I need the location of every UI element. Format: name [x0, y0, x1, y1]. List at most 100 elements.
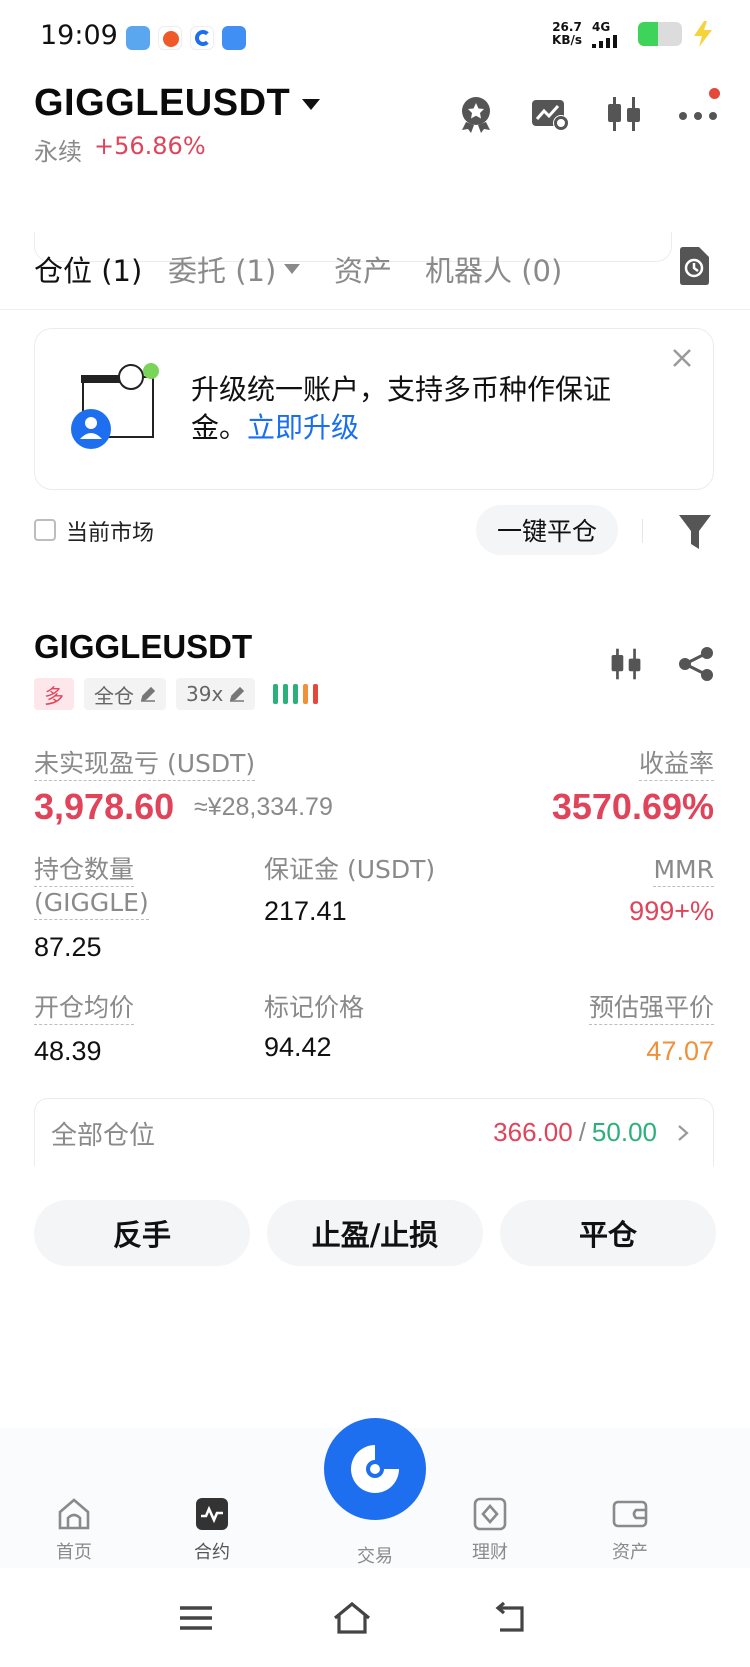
network-speed: 26.7 KB/s [552, 21, 582, 47]
wallet-icon [612, 1500, 648, 1528]
separator: / [578, 1117, 586, 1147]
home-icon [58, 1498, 90, 1530]
edit-icon [230, 686, 245, 702]
nav-futures[interactable]: 合约 [172, 1496, 252, 1564]
mark-price-label: 标记价格 [264, 993, 365, 1022]
share-icon[interactable] [678, 646, 714, 682]
trade-button[interactable] [324, 1418, 426, 1520]
exchange-app-icon [190, 26, 214, 50]
tab-orders[interactable]: 委托 (1) [168, 248, 301, 290]
entry-price-label: 开仓均价 [34, 992, 135, 1025]
tp-sl-button[interactable]: 止盈/止损 [267, 1200, 483, 1266]
more-icon[interactable] [678, 88, 720, 134]
unrealized-pnl-value: 3,978.60 [34, 786, 175, 827]
filter-icon[interactable] [678, 513, 712, 551]
current-market-label: 当前市场 [66, 521, 155, 546]
status-bar: 19:09 26.7 KB/s 4G [0, 0, 750, 72]
futures-icon [196, 1498, 228, 1530]
home-button-icon[interactable] [332, 1600, 372, 1636]
contract-type: 永续 [34, 138, 82, 166]
tab-orders-label: 委托 (1) [168, 254, 277, 288]
risk-level-indicator [273, 684, 319, 704]
unrealized-pnl-cny: ≈¥28,334.79 [194, 793, 333, 821]
nav-home-label: 首页 [56, 1542, 92, 1563]
risk-bar [293, 684, 299, 704]
short-total: 50.00 [591, 1117, 657, 1147]
side-tag: 多 [34, 678, 74, 710]
nav-futures-label: 合约 [194, 1542, 230, 1563]
leverage-tag[interactable]: 39x [176, 678, 256, 710]
notification-dot [709, 88, 720, 99]
signal-icon: 4G [592, 20, 628, 48]
unified-account-icon [71, 363, 159, 449]
margin-value: 217.41 [264, 896, 347, 926]
divider [642, 519, 643, 543]
candlestick-icon[interactable] [608, 646, 644, 682]
header: GIGGLEUSDT 永续 +56.86% [0, 72, 750, 262]
leverage-label: 39x [186, 682, 224, 706]
margin-mode-label: 全仓 [94, 683, 134, 708]
position-size-value: 87.25 [34, 932, 102, 962]
candlestick-icon[interactable] [604, 94, 644, 134]
all-positions-row[interactable]: 全部仓位 366.00 / 50.00 [34, 1098, 714, 1166]
cloud-app-icon [126, 26, 150, 50]
nav-assets[interactable]: 资产 [590, 1496, 670, 1564]
earn-icon [473, 1497, 507, 1531]
all-positions-values: 366.00 / 50.00 [493, 1117, 689, 1148]
caret-down-icon [302, 99, 321, 110]
position-size-label-line1: 持仓数量 [34, 854, 135, 887]
tab-assets[interactable]: 资产 [334, 248, 392, 290]
menu-icon[interactable] [176, 1600, 216, 1636]
liquidation-price-label: 预估强平价 [588, 992, 714, 1025]
risk-bar [283, 684, 289, 704]
close-all-button[interactable]: 一键平仓 [476, 505, 618, 555]
close-position-button[interactable]: 平仓 [500, 1200, 716, 1266]
nav-earn[interactable]: 理财 [450, 1496, 530, 1564]
badge-icon[interactable] [456, 94, 496, 134]
chart-settings-icon[interactable] [530, 94, 570, 134]
tab-assets-label: 资产 [334, 254, 393, 288]
nav-home[interactable]: 首页 [34, 1496, 114, 1564]
tab-positions[interactable]: 仓位 (1) [34, 248, 142, 290]
nav-assets-label: 资产 [612, 1542, 648, 1563]
position-symbol[interactable]: GIGGLEUSDT [34, 628, 252, 666]
nav-earn-label: 理财 [472, 1542, 508, 1563]
battery-icon [638, 22, 682, 46]
close-icon[interactable] [671, 347, 693, 369]
browser-app-icon [222, 26, 246, 50]
unrealized-pnl-label: 未实现盈亏 (USDT) [34, 748, 256, 781]
liquidation-price-value: 47.07 [646, 1036, 714, 1066]
current-market-checkbox[interactable] [34, 519, 56, 541]
roe-label: 收益率 [638, 748, 714, 781]
edit-icon [140, 686, 156, 702]
tab-positions-label: 仓位 (1) [34, 254, 143, 288]
all-positions-label: 全部仓位 [51, 1121, 156, 1151]
position-size-label: 持仓数量 (GIGGLE) [34, 854, 164, 920]
tab-bots[interactable]: 机器人 (0) [425, 248, 562, 290]
taobao-app-icon [158, 26, 182, 50]
caret-down-icon [284, 264, 301, 274]
risk-bar [303, 684, 309, 704]
back-icon[interactable] [490, 1600, 530, 1636]
nav-trade-label: 交易 [357, 1546, 393, 1567]
filter-row: 当前市场 一键平仓 [0, 505, 750, 557]
position-size-label-line2: (GIGGLE) [34, 887, 149, 920]
risk-bar [313, 684, 319, 704]
network-type: 4G [592, 20, 611, 34]
mmr-label: MMR [653, 854, 714, 887]
battery-fill [638, 22, 658, 46]
notification-icons [126, 26, 246, 50]
risk-bar [273, 684, 279, 704]
history-icon[interactable] [676, 246, 712, 286]
position-tags: 多 全仓 39x [34, 678, 319, 710]
symbol-title: GIGGLEUSDT [34, 82, 291, 124]
reverse-button[interactable]: 反手 [34, 1200, 250, 1266]
symbol-selector[interactable]: GIGGLEUSDT [34, 82, 321, 125]
margin-mode-tag[interactable]: 全仓 [84, 678, 166, 710]
upgrade-link[interactable]: 立即升级 [247, 411, 359, 444]
mark-price-value: 94.42 [264, 1032, 332, 1062]
roe-value: 3570.69% [551, 786, 714, 827]
symbol-subinfo: 永续 +56.86% [34, 132, 206, 167]
system-nav-bar [0, 1570, 750, 1667]
header-actions [456, 88, 720, 134]
